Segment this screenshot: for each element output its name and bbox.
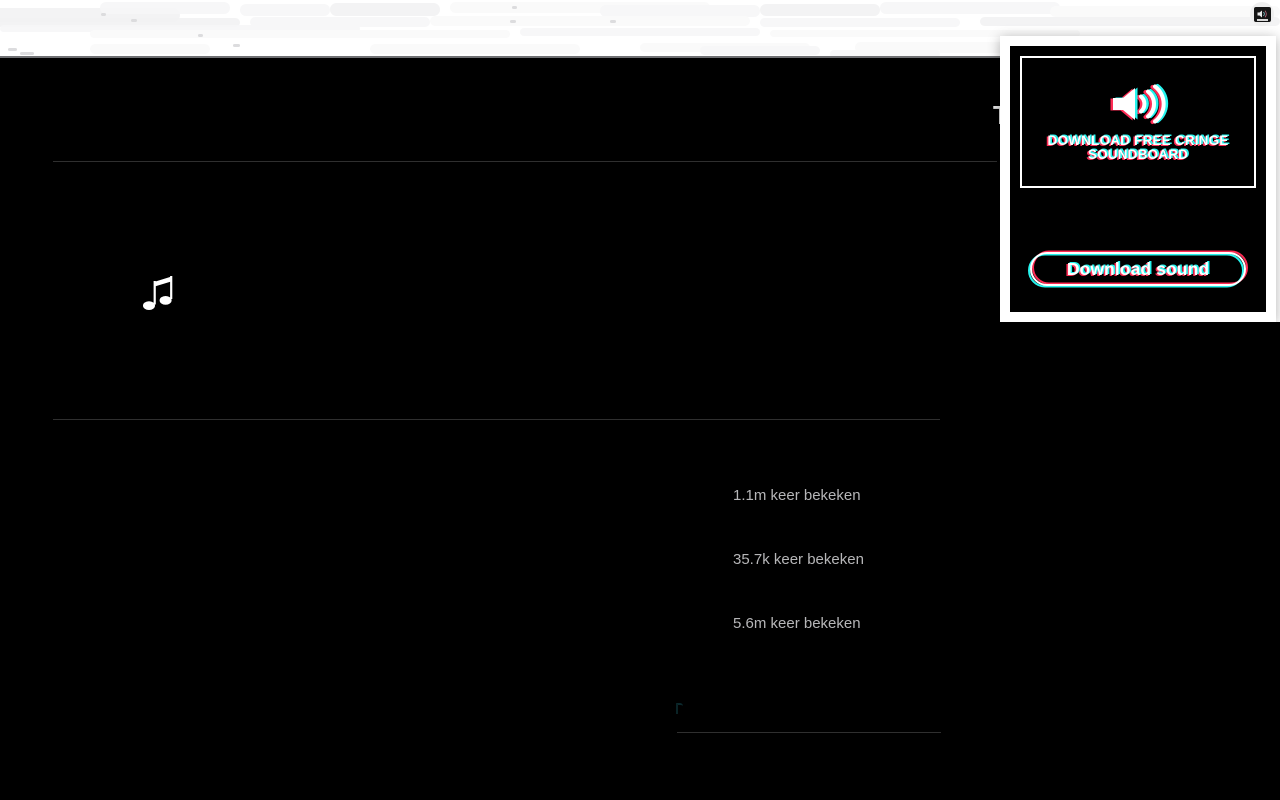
speaker-waves-icon — [1107, 82, 1169, 126]
download-sound-label: Download sound Download sound Download s… — [1065, 258, 1210, 279]
strip-speck — [510, 20, 516, 23]
music-note-icon — [142, 273, 176, 315]
strip-placeholder — [980, 17, 1280, 26]
list-item[interactable]: 35.7k keer bekeken — [733, 552, 993, 616]
popup-card: DOWNLOAD FREE CRINGE SOUNDBOARD DOWNLOAD… — [1010, 46, 1266, 312]
extension-toolbar-button[interactable] — [1250, 2, 1274, 26]
strip-placeholder — [90, 30, 510, 38]
strip-speck — [198, 34, 203, 37]
strip-speck — [101, 13, 106, 16]
soundboard-speaker-icon — [1253, 6, 1271, 22]
popup-hero-banner: DOWNLOAD FREE CRINGE SOUNDBOARD DOWNLOAD… — [1020, 56, 1256, 188]
popup-hero-title: DOWNLOAD FREE CRINGE SOUNDBOARD DOWNLOAD… — [1032, 132, 1244, 162]
strip-placeholder — [240, 4, 330, 16]
section-divider-top — [53, 161, 997, 162]
strip-placeholder — [760, 18, 960, 27]
strip-placeholder — [100, 2, 230, 14]
strip-placeholder — [760, 4, 880, 16]
list-item[interactable]: 1.1m keer bekeken — [733, 488, 993, 552]
strip-speck — [131, 19, 137, 22]
strip-placeholder — [1050, 6, 1280, 17]
strip-placeholder — [330, 3, 440, 16]
cta-label-wrap: Download sound Download sound Download s… — [1030, 252, 1246, 286]
strip-placeholder — [700, 46, 820, 55]
view-count: 1.1m keer bekeken — [733, 487, 861, 504]
render-artifact — [676, 703, 683, 714]
strip-placeholder — [880, 2, 1060, 14]
download-sound-button[interactable]: Download sound Download sound Download s… — [1028, 250, 1248, 288]
cta-label-text: Download sound — [1066, 258, 1210, 279]
page-right-sliver — [1276, 36, 1280, 322]
video-view-count-list: 1.1m keer bekeken 35.7k keer bekeken 5.6… — [733, 488, 993, 680]
section-divider-middle — [53, 419, 940, 420]
strip-placeholder — [520, 28, 760, 36]
strip-speck — [8, 48, 17, 51]
section-divider-bottom — [677, 732, 941, 733]
strip-placeholder — [370, 44, 580, 54]
strip-speck — [233, 44, 240, 47]
strip-speck — [512, 6, 517, 9]
strip-placeholder — [90, 44, 210, 54]
list-item[interactable]: 5.6m keer bekeken — [733, 616, 993, 680]
strip-speck — [610, 20, 616, 23]
strip-placeholder — [430, 16, 750, 26]
view-count: 35.7k keer bekeken — [733, 551, 864, 568]
view-count: 5.6m keer bekeken — [733, 615, 861, 632]
soundboard-extension-popup: DOWNLOAD FREE CRINGE SOUNDBOARD DOWNLOAD… — [1000, 36, 1276, 322]
screen: T 1.1m keer bekeken 35.7k keer bekeken 5… — [0, 0, 1280, 800]
strip-speck — [20, 52, 34, 55]
